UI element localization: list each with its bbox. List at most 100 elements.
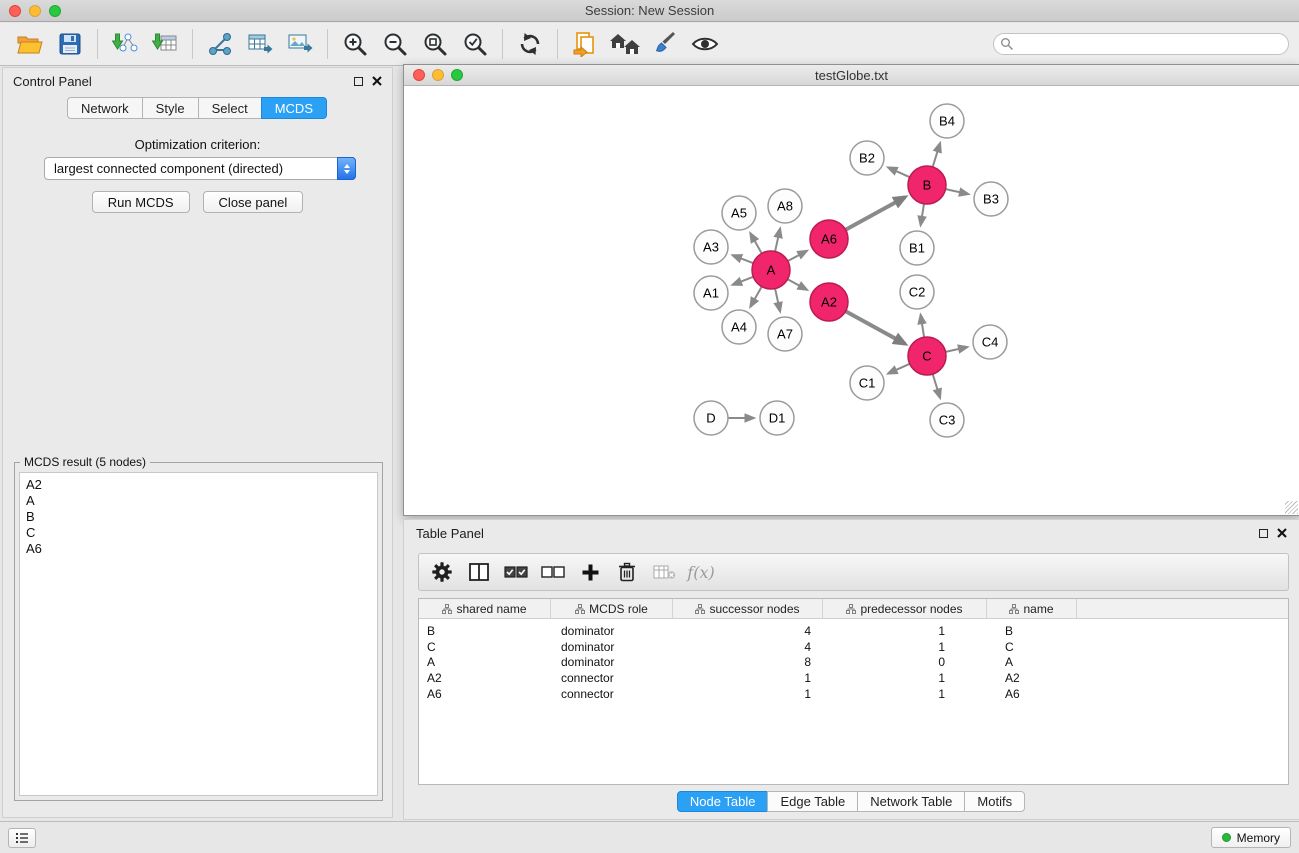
node-A8[interactable]: A8 [768, 189, 802, 223]
node-A7[interactable]: A7 [768, 317, 802, 351]
select-all-button[interactable] [499, 557, 533, 587]
float-panel-icon[interactable] [1259, 529, 1268, 538]
edge-A-A5[interactable] [750, 233, 761, 253]
add-column-button[interactable] [573, 557, 607, 587]
minimize-network-icon[interactable] [432, 69, 444, 81]
minimize-window-icon[interactable] [29, 5, 41, 17]
edge-C-C1[interactable] [888, 364, 910, 374]
tab-select[interactable]: Select [198, 97, 262, 119]
result-item[interactable]: B [26, 509, 371, 525]
edge-B-B2[interactable] [888, 167, 910, 177]
column-header-shared-name[interactable]: shared name [419, 599, 551, 618]
save-session-button[interactable] [50, 26, 90, 62]
node-B3[interactable]: B3 [974, 182, 1008, 216]
table-row[interactable]: Bdominator41B [419, 623, 1288, 639]
result-item[interactable]: C [26, 525, 371, 541]
edge-A-A6[interactable] [788, 251, 807, 261]
table-row[interactable]: Adominator80A [419, 655, 1288, 671]
close-window-icon[interactable] [9, 5, 21, 17]
deselect-all-button[interactable] [536, 557, 570, 587]
table-row[interactable]: A6connector11A6 [419, 686, 1288, 702]
close-panel-icon[interactable] [372, 76, 382, 86]
edge-C-C3[interactable] [933, 374, 940, 398]
memory-button[interactable]: Memory [1211, 827, 1291, 848]
home-button[interactable] [605, 26, 645, 62]
network-window-titlebar[interactable]: testGlobe.txt [404, 65, 1299, 86]
result-item[interactable]: A [26, 493, 371, 509]
function-builder-button[interactable]: f(x) [684, 557, 718, 587]
edge-A6-B[interactable] [846, 197, 906, 230]
close-panel-button[interactable]: Close panel [203, 191, 304, 213]
result-item[interactable]: A6 [26, 541, 371, 557]
edge-B-B3[interactable] [946, 189, 969, 194]
close-network-icon[interactable] [413, 69, 425, 81]
edge-A-A1[interactable] [733, 277, 754, 285]
edge-B-B4[interactable] [933, 143, 940, 167]
resize-grip[interactable] [1285, 501, 1298, 514]
column-header-mcds-role[interactable]: MCDS role [551, 599, 673, 618]
node-A3[interactable]: A3 [694, 230, 728, 264]
open-session-button[interactable] [10, 26, 50, 62]
criterion-dropdown[interactable]: largest connected component (directed) [44, 157, 356, 180]
search-input[interactable] [993, 33, 1289, 55]
export-table-button[interactable] [240, 26, 280, 62]
style-brush-button[interactable] [645, 26, 685, 62]
node-C1[interactable]: C1 [850, 366, 884, 400]
import-network-button[interactable] [105, 26, 145, 62]
node-A2[interactable]: A2 [810, 283, 848, 321]
node-C[interactable]: C [908, 337, 946, 375]
network-graph[interactable]: B4B2BB3A5A8A6A3B1AA1C2A2A4A7CC4C1C3DD1 [404, 87, 1299, 515]
edge-B-B1[interactable] [921, 204, 924, 226]
node-C4[interactable]: C4 [973, 325, 1007, 359]
delete-table-button[interactable] [647, 557, 681, 587]
duplicate-network-button[interactable] [565, 26, 605, 62]
node-B1[interactable]: B1 [900, 231, 934, 265]
eye-button[interactable] [685, 26, 725, 62]
column-header-predecessor-nodes[interactable]: predecessor nodes [823, 599, 987, 618]
tab-style[interactable]: Style [142, 97, 199, 119]
column-header-name[interactable]: name [987, 599, 1077, 618]
tab-node-table[interactable]: Node Table [677, 791, 769, 812]
edge-A-A7[interactable] [775, 289, 780, 312]
node-B4[interactable]: B4 [930, 104, 964, 138]
tab-motifs[interactable]: Motifs [964, 791, 1025, 812]
maximize-window-icon[interactable] [49, 5, 61, 17]
export-image-button[interactable] [280, 26, 320, 62]
network-canvas[interactable]: B4B2BB3A5A8A6A3B1AA1C2A2A4A7CC4C1C3DD1 [404, 87, 1299, 515]
edge-A2-C[interactable] [846, 311, 906, 344]
mcds-result-list[interactable]: A2ABCA6 [19, 472, 378, 796]
panel-list-button[interactable] [8, 828, 36, 848]
edge-A-A3[interactable] [733, 255, 754, 263]
edge-A-A2[interactable] [788, 279, 808, 290]
column-header-successor-nodes[interactable]: successor nodes [673, 599, 823, 618]
export-network-button[interactable] [200, 26, 240, 62]
run-mcds-button[interactable]: Run MCDS [92, 191, 190, 213]
tab-edge-table[interactable]: Edge Table [767, 791, 858, 812]
node-D[interactable]: D [694, 401, 728, 435]
zoom-out-button[interactable] [375, 26, 415, 62]
zoom-in-button[interactable] [335, 26, 375, 62]
node-A4[interactable]: A4 [722, 310, 756, 344]
float-panel-icon[interactable] [354, 77, 363, 86]
table-settings-button[interactable] [425, 557, 459, 587]
table-row[interactable]: A2connector11A2 [419, 670, 1288, 686]
edge-A-A8[interactable] [775, 229, 780, 252]
tab-network-table[interactable]: Network Table [857, 791, 965, 812]
node-A1[interactable]: A1 [694, 276, 728, 310]
tab-network[interactable]: Network [67, 97, 143, 119]
node-A5[interactable]: A5 [722, 196, 756, 230]
import-table-button[interactable] [145, 26, 185, 62]
edge-A-A4[interactable] [750, 287, 761, 307]
zoom-selected-button[interactable] [455, 26, 495, 62]
result-item[interactable]: A2 [26, 477, 371, 493]
node-B2[interactable]: B2 [850, 141, 884, 175]
node-A6[interactable]: A6 [810, 220, 848, 258]
table-row[interactable]: Cdominator41C [419, 639, 1288, 655]
tab-mcds[interactable]: MCDS [261, 97, 327, 119]
edge-C-C2[interactable] [921, 315, 925, 338]
zoom-fit-button[interactable] [415, 26, 455, 62]
refresh-layout-button[interactable] [510, 26, 550, 62]
node-A[interactable]: A [752, 251, 790, 289]
node-D1[interactable]: D1 [760, 401, 794, 435]
show-columns-button[interactable] [462, 557, 496, 587]
